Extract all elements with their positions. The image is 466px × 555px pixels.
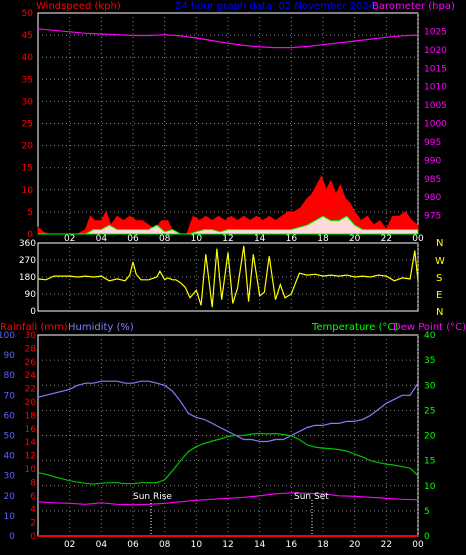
barometer-tick-label: 1025 (424, 27, 447, 37)
rainfall-tick-label: 2 (30, 519, 36, 529)
barometer-tick-label: 990 (424, 156, 441, 166)
barometer-tick-label: 985 (424, 175, 441, 185)
rainfall-tick-label: 14 (25, 438, 37, 448)
dewpoint-axis-title: Dew Point (°C) (393, 322, 466, 333)
rainfall-tick-label: 26 (25, 358, 37, 368)
barometer-tick-label: 1010 (424, 83, 447, 93)
direction-tick-label: 270 (19, 256, 36, 266)
top-x-tick-label: 08 (159, 234, 171, 244)
top-x-tick-label: 18 (317, 234, 329, 244)
chart-title: 24 hour graph data: 02 November 2024 (175, 1, 375, 12)
barometer-tick-label: 1000 (424, 120, 447, 130)
bottom-x-tick-label: 10 (191, 540, 203, 550)
bottom-x-tick-label: 12 (222, 540, 233, 550)
top-x-tick-label: 20 (349, 234, 361, 244)
bottom-x-tick-label: 20 (349, 540, 361, 550)
direction-tick-label: 90 (25, 290, 37, 300)
top-x-tick-label: 14 (254, 234, 266, 244)
compass-north-bottom: N (436, 307, 443, 318)
top-x-tick-label: 10 (191, 234, 203, 244)
top-x-tick-label: 00 (412, 234, 424, 244)
top-x-tick-label: 04 (96, 234, 108, 244)
barometer-axis-title: Barometer (hpa) (372, 1, 455, 12)
humidity-tick-label: 0 (9, 532, 15, 542)
humidity-axis-title: Humidity (%) (68, 322, 134, 333)
windspeed-tick-label: 5 (27, 208, 33, 218)
bottom-x-tick-label: 08 (159, 540, 171, 550)
compass-east: E (436, 290, 442, 301)
bottom-x-tick-label: 14 (254, 540, 266, 550)
rainfall-tick-label: 22 (25, 385, 36, 395)
windspeed-tick-label: 25 (22, 120, 33, 130)
top-x-tick-label: 06 (127, 234, 139, 244)
barometer-tick-label: 1005 (424, 101, 447, 111)
top-x-tick-label: 22 (381, 234, 392, 244)
bottom-x-tick-label: 02 (64, 540, 75, 550)
temperature-tick-label: 35 (424, 356, 435, 366)
windspeed-tick-label: 45 (22, 31, 33, 41)
temperature-tick-label: 25 (424, 406, 435, 416)
barometer-tick-label: 1015 (424, 64, 447, 74)
rainfall-axis-title: Rainfall (mm) (0, 322, 68, 333)
windspeed-axis-title: Windspeed (kph) (36, 1, 121, 12)
humidity-tick-label: 30 (4, 472, 16, 482)
humidity-tick-label: 60 (4, 411, 16, 421)
top-x-tick-label: 02 (64, 234, 75, 244)
humidity-tick-label: 20 (4, 492, 16, 502)
bottom-x-tick-label: 16 (286, 540, 298, 550)
weather-chart-svg: Windspeed (kph) 24 hour graph data: 02 N… (0, 0, 466, 555)
rainfall-tick-label: 20 (25, 398, 37, 408)
barometer-tick-label: 980 (424, 193, 441, 203)
sunrise-label: Sun Rise (133, 492, 172, 502)
temperature-tick-label: 15 (424, 457, 435, 467)
rainfall-tick-label: 28 (25, 344, 37, 354)
humidity-tick-label: 80 (4, 371, 16, 381)
rainfall-tick-label: 16 (25, 425, 37, 435)
temperature-tick-label: 5 (424, 507, 430, 517)
temperature-axis-title: Temperature (°C) (311, 322, 398, 333)
bottom-x-tick-label: 06 (127, 540, 139, 550)
windspeed-tick-label: 40 (22, 53, 34, 63)
humidity-tick-label: 50 (4, 432, 16, 442)
bottom-x-tick-label: 22 (381, 540, 392, 550)
barometer-tick-label: 1020 (424, 46, 447, 56)
windspeed-tick-label: 30 (22, 97, 34, 107)
humidity-tick-label: 70 (4, 391, 16, 401)
rainfall-tick-label: 18 (25, 411, 37, 421)
rainfall-tick-label: 10 (25, 465, 37, 475)
rainfall-tick-label: 4 (30, 505, 36, 515)
top-x-tick-label: 16 (286, 234, 298, 244)
humidity-tick-label: 90 (4, 351, 16, 361)
rainfall-tick-label: 24 (25, 371, 37, 381)
windspeed-tick-label: 35 (22, 75, 33, 85)
bottom-x-tick-label: 00 (412, 540, 424, 550)
barometer-tick-label: 995 (424, 138, 441, 148)
bottom-x-tick-label: 04 (96, 540, 108, 550)
direction-tick-label: 180 (19, 273, 36, 283)
windspeed-tick-label: 10 (22, 186, 34, 196)
direction-tick-label: 0 (30, 307, 36, 317)
compass-south: S (436, 273, 442, 284)
windspeed-tick-label: 20 (22, 142, 34, 152)
top-x-tick-label: 12 (222, 234, 233, 244)
rainfall-tick-label: 12 (25, 452, 36, 462)
humidity-tick-label: 10 (4, 512, 16, 522)
windspeed-tick-label: 50 (22, 9, 34, 19)
bottom-x-tick-label: 18 (317, 540, 329, 550)
rainfall-tick-label: 6 (30, 492, 36, 502)
humidity-tick-label: 40 (4, 452, 16, 462)
temperature-tick-label: 10 (424, 482, 436, 492)
barometer-tick-label: 975 (424, 212, 441, 222)
rainfall-tick-label: 8 (30, 478, 36, 488)
compass-north-top: N (436, 238, 443, 249)
temperature-tick-label: 0 (424, 532, 430, 542)
rainfall-tick-label: 0 (30, 532, 36, 542)
sunset-label: Sun Set (294, 492, 329, 502)
direction-tick-label: 360 (19, 239, 36, 249)
compass-west: W (435, 256, 445, 267)
windspeed-tick-label: 15 (22, 164, 33, 174)
temperature-tick-label: 30 (424, 381, 436, 391)
temperature-tick-label: 20 (424, 432, 436, 442)
